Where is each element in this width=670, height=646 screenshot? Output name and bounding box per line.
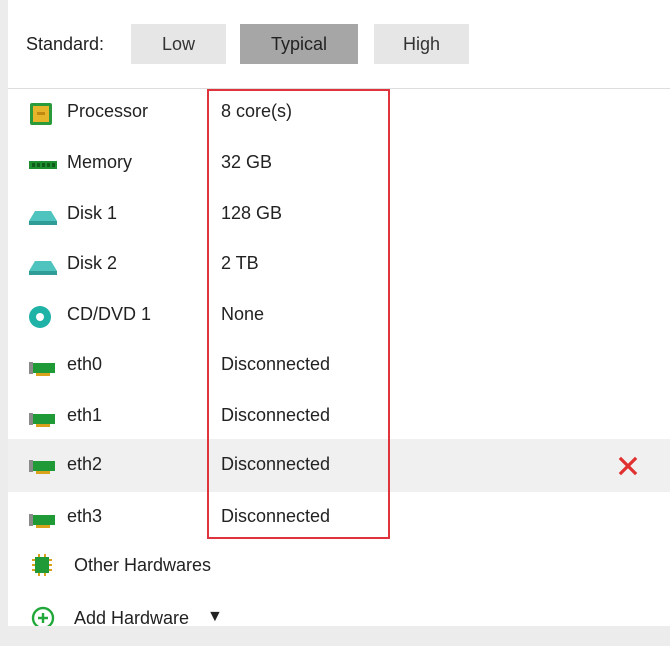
other-hardwares-item[interactable]: Other Hardwares: [8, 541, 670, 589]
hardware-name: eth1: [67, 405, 103, 425]
hardware-name: Disk 2: [67, 253, 118, 273]
plus-circle-icon: [31, 606, 55, 626]
hardware-value[interactable]: 2 TB: [221, 253, 259, 274]
standard-typical-button[interactable]: Typical: [240, 24, 358, 64]
hardware-name: Memory: [67, 152, 133, 172]
hardware-value[interactable]: None: [221, 304, 264, 325]
chevron-down-icon: ▼: [207, 608, 223, 625]
standard-label: Standard:: [26, 34, 105, 54]
standard-low-button[interactable]: Low: [131, 24, 226, 64]
hardware-row-memory[interactable]: Memory 32 GB: [8, 140, 670, 191]
hardware-row-eth3[interactable]: eth3 Disconnected: [8, 494, 670, 545]
hardware-name: Disk 1: [67, 203, 118, 223]
hardware-value[interactable]: 128 GB: [221, 203, 282, 224]
network-card-icon: [29, 460, 55, 474]
hardware-name: eth0: [67, 354, 103, 374]
add-hardware-button[interactable]: Add Hardware ▼: [8, 592, 670, 626]
disk-icon: [29, 261, 57, 275]
hardware-name: Processor: [67, 101, 149, 121]
hardware-name: CD/DVD 1: [67, 304, 152, 324]
hardware-name: eth2: [67, 454, 103, 474]
hardware-value[interactable]: Disconnected: [221, 506, 330, 527]
close-icon[interactable]: [618, 456, 638, 476]
hardware-row-disk-1[interactable]: Disk 1 128 GB: [8, 191, 670, 242]
disk-icon: [29, 211, 57, 225]
chip-icon: [32, 554, 52, 576]
standard-high-button[interactable]: High: [374, 24, 469, 64]
add-hardware-label: Add Hardware: [74, 608, 190, 626]
standard-selector: Standard: Low Typical High: [8, 0, 670, 89]
hardware-value[interactable]: Disconnected: [221, 354, 330, 375]
hardware-row-eth1[interactable]: eth1 Disconnected: [8, 393, 670, 444]
hardware-value[interactable]: 32 GB: [221, 152, 272, 173]
processor-icon: [30, 103, 52, 125]
hardware-value[interactable]: Disconnected: [221, 454, 330, 475]
network-card-icon: [29, 362, 55, 376]
hardware-row-cd-dvd-1[interactable]: CD/DVD 1 None: [8, 292, 670, 343]
memory-icon: [29, 161, 57, 169]
hardware-row-processor[interactable]: Processor 8 core(s): [8, 89, 670, 140]
cd-dvd-icon: [29, 306, 51, 328]
hardware-row-disk-2[interactable]: Disk 2 2 TB: [8, 241, 670, 292]
hardware-row-eth2[interactable]: eth2 Disconnected: [8, 439, 670, 492]
network-card-icon: [29, 514, 55, 528]
hardware-value[interactable]: 8 core(s): [221, 101, 292, 122]
other-hardwares-label: Other Hardwares: [74, 555, 212, 575]
network-card-icon: [29, 413, 55, 427]
hardware-row-eth0[interactable]: eth0 Disconnected: [8, 342, 670, 393]
hardware-panel: Standard: Low Typical High Processor 8 c…: [8, 0, 670, 626]
hardware-name: eth3: [67, 506, 103, 526]
hardware-value[interactable]: Disconnected: [221, 405, 330, 426]
